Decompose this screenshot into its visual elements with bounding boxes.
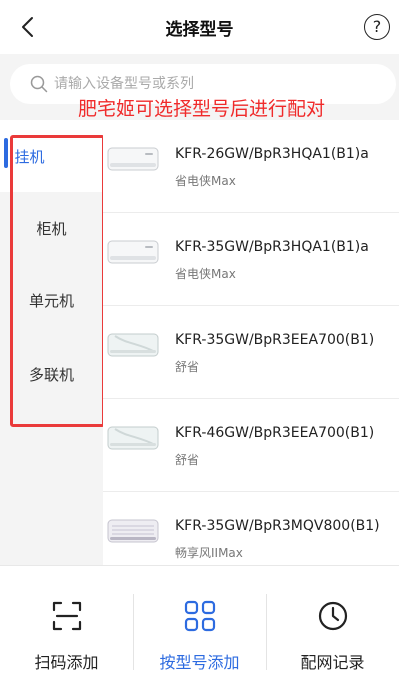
sidebar-item-label: 柜机: [36, 219, 67, 238]
series-name: 舒省: [175, 360, 200, 374]
series-name: 舒省: [175, 453, 200, 467]
air-conditioner-image: [107, 240, 159, 264]
air-conditioner-image: [107, 519, 159, 543]
list-item[interactable]: KFR-35GW/BpR3HQA1(B1)a 省电侠Max: [103, 213, 399, 306]
sidebar-item-label: 多联机: [28, 365, 74, 384]
series-name: 畅享风IIMax: [175, 546, 243, 560]
page-title: 选择型号: [165, 20, 234, 40]
sidebar-item-multi-split[interactable]: 多联机: [0, 338, 103, 410]
tab-label: 按型号添加: [159, 653, 240, 672]
tab-label: 配网记录: [300, 653, 365, 672]
model-name: KFR-35GW/BpR3MQV800(B1): [175, 518, 380, 534]
model-name: KFR-35GW/BpR3EEA700(B1): [175, 332, 375, 348]
search-icon: [30, 75, 48, 93]
model-name: KFR-35GW/BpR3HQA1(B1)a: [175, 239, 369, 255]
air-conditioner-image: [107, 147, 159, 171]
tab-network-records[interactable]: 配网记录: [266, 566, 399, 693]
clock-icon: [318, 601, 347, 631]
list-item[interactable]: KFR-35GW/BpR3MQV800(B1) 畅享风IIMax: [103, 492, 399, 565]
scan-icon: [52, 601, 81, 631]
air-conditioner-image: [107, 426, 159, 450]
list-item[interactable]: KFR-26GW/BpR3HQA1(B1)a 省电侠Max: [103, 120, 399, 213]
annotation-text: 肥宅姬可选择型号后进行配对: [78, 98, 326, 120]
series-name: 省电侠Max: [175, 174, 236, 188]
sidebar-item-label: 挂机: [14, 147, 45, 166]
air-conditioner-image: [107, 333, 159, 357]
active-indicator: [4, 138, 8, 168]
sidebar-item-floor-standing[interactable]: 柜机: [0, 192, 103, 264]
model-name: KFR-26GW/BpR3HQA1(B1)a: [175, 146, 369, 162]
product-list[interactable]: KFR-26GW/BpR3HQA1(B1)a 省电侠Max KFR-35GW/B…: [103, 120, 399, 565]
grid-icon: [184, 600, 215, 632]
header: 选择型号 ?: [0, 0, 399, 54]
category-sidebar: 挂机 柜机 单元机 多联机: [0, 120, 103, 565]
tab-model-add[interactable]: 按型号添加: [133, 566, 266, 693]
bottom-tab-bar: 扫码添加 按型号添加 配网记录: [0, 565, 399, 693]
tab-label: 扫码添加: [34, 653, 99, 672]
tab-scan-add[interactable]: 扫码添加: [0, 566, 133, 693]
series-name: 省电侠Max: [175, 267, 236, 281]
sidebar-item-unitary[interactable]: 单元机: [0, 264, 103, 336]
list-item[interactable]: KFR-46GW/BpR3EEA700(B1) 舒省: [103, 399, 399, 492]
sidebar-item-wall-mounted[interactable]: 挂机: [0, 120, 103, 192]
model-name: KFR-46GW/BpR3EEA700(B1): [175, 425, 375, 441]
sidebar-item-label: 单元机: [28, 291, 74, 310]
help-button[interactable]: ?: [364, 14, 390, 40]
list-item[interactable]: KFR-35GW/BpR3EEA700(B1) 舒省: [103, 306, 399, 399]
